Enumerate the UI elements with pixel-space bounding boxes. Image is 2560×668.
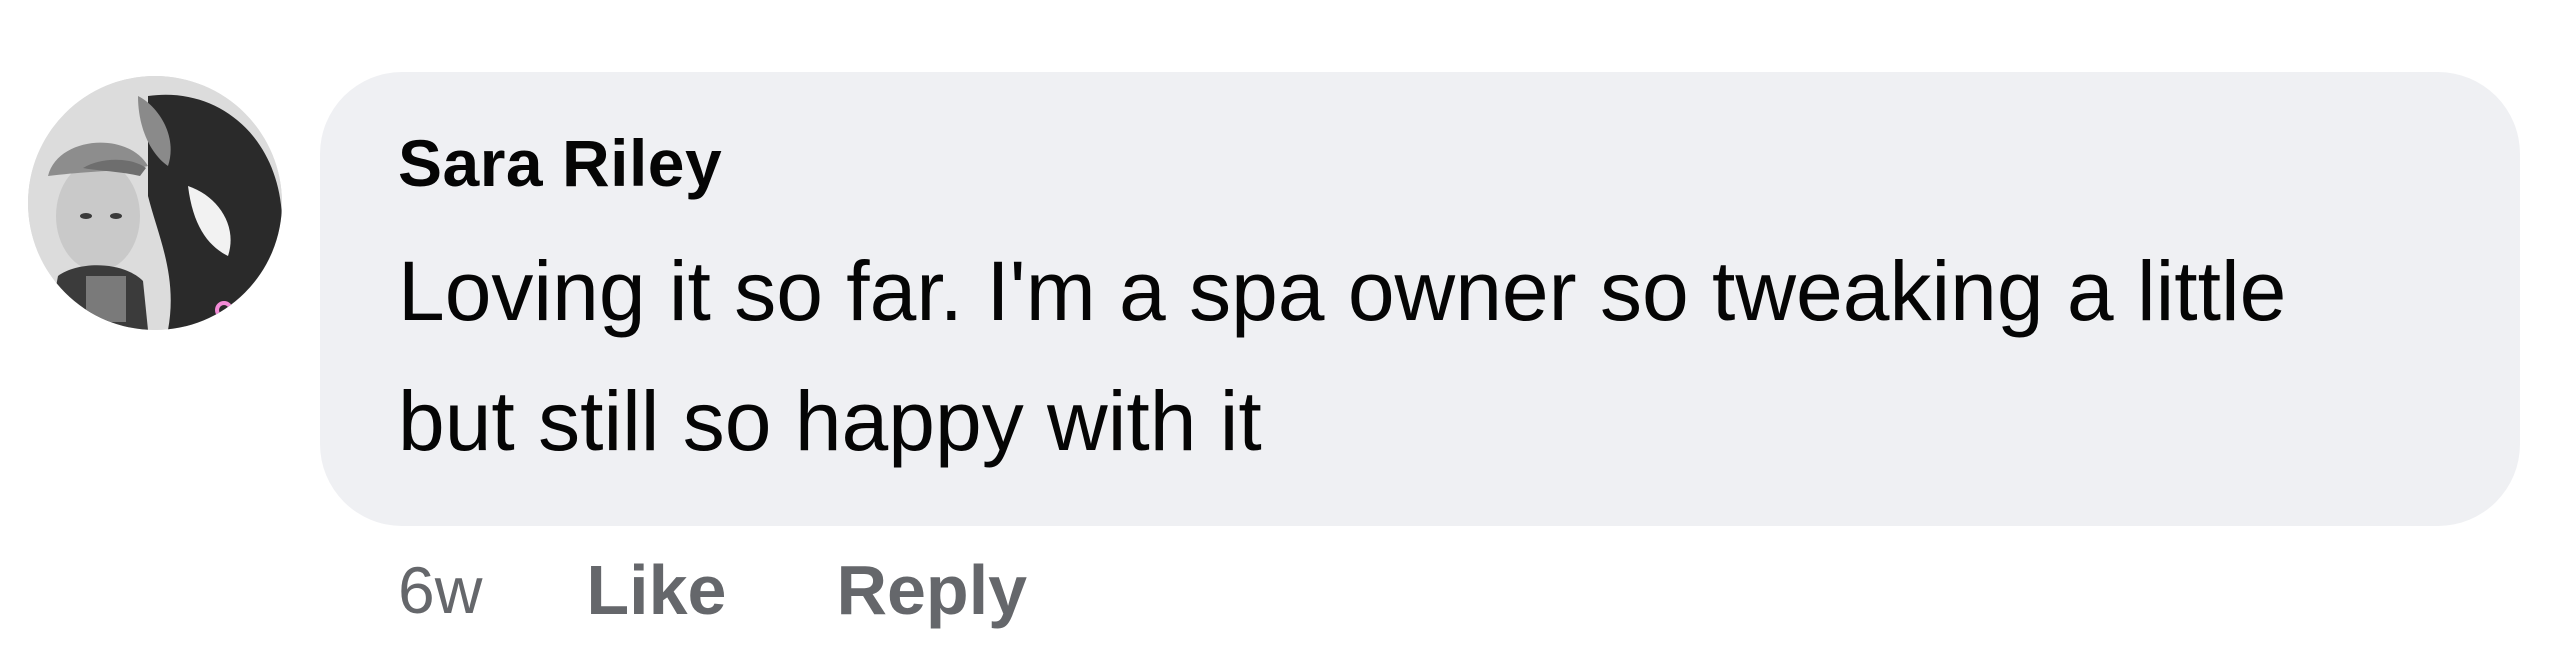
like-button[interactable]: Like [586,550,726,630]
comment-text: Loving it so far. I'm a spa owner so twe… [398,244,2287,468]
comment-author[interactable]: Sara Riley [398,130,2460,196]
comment-actions: 6w Like Reply [398,550,1137,630]
comment-bubble: Sara Riley Loving it so far. I'm a spa o… [320,72,2520,526]
avatar-photo-icon [28,76,282,330]
avatar[interactable] [28,76,282,330]
comment: Sara Riley Loving it so far. I'm a spa o… [0,0,2560,668]
comment-timestamp[interactable]: 6w [398,552,482,628]
reply-button[interactable]: Reply [836,550,1027,630]
